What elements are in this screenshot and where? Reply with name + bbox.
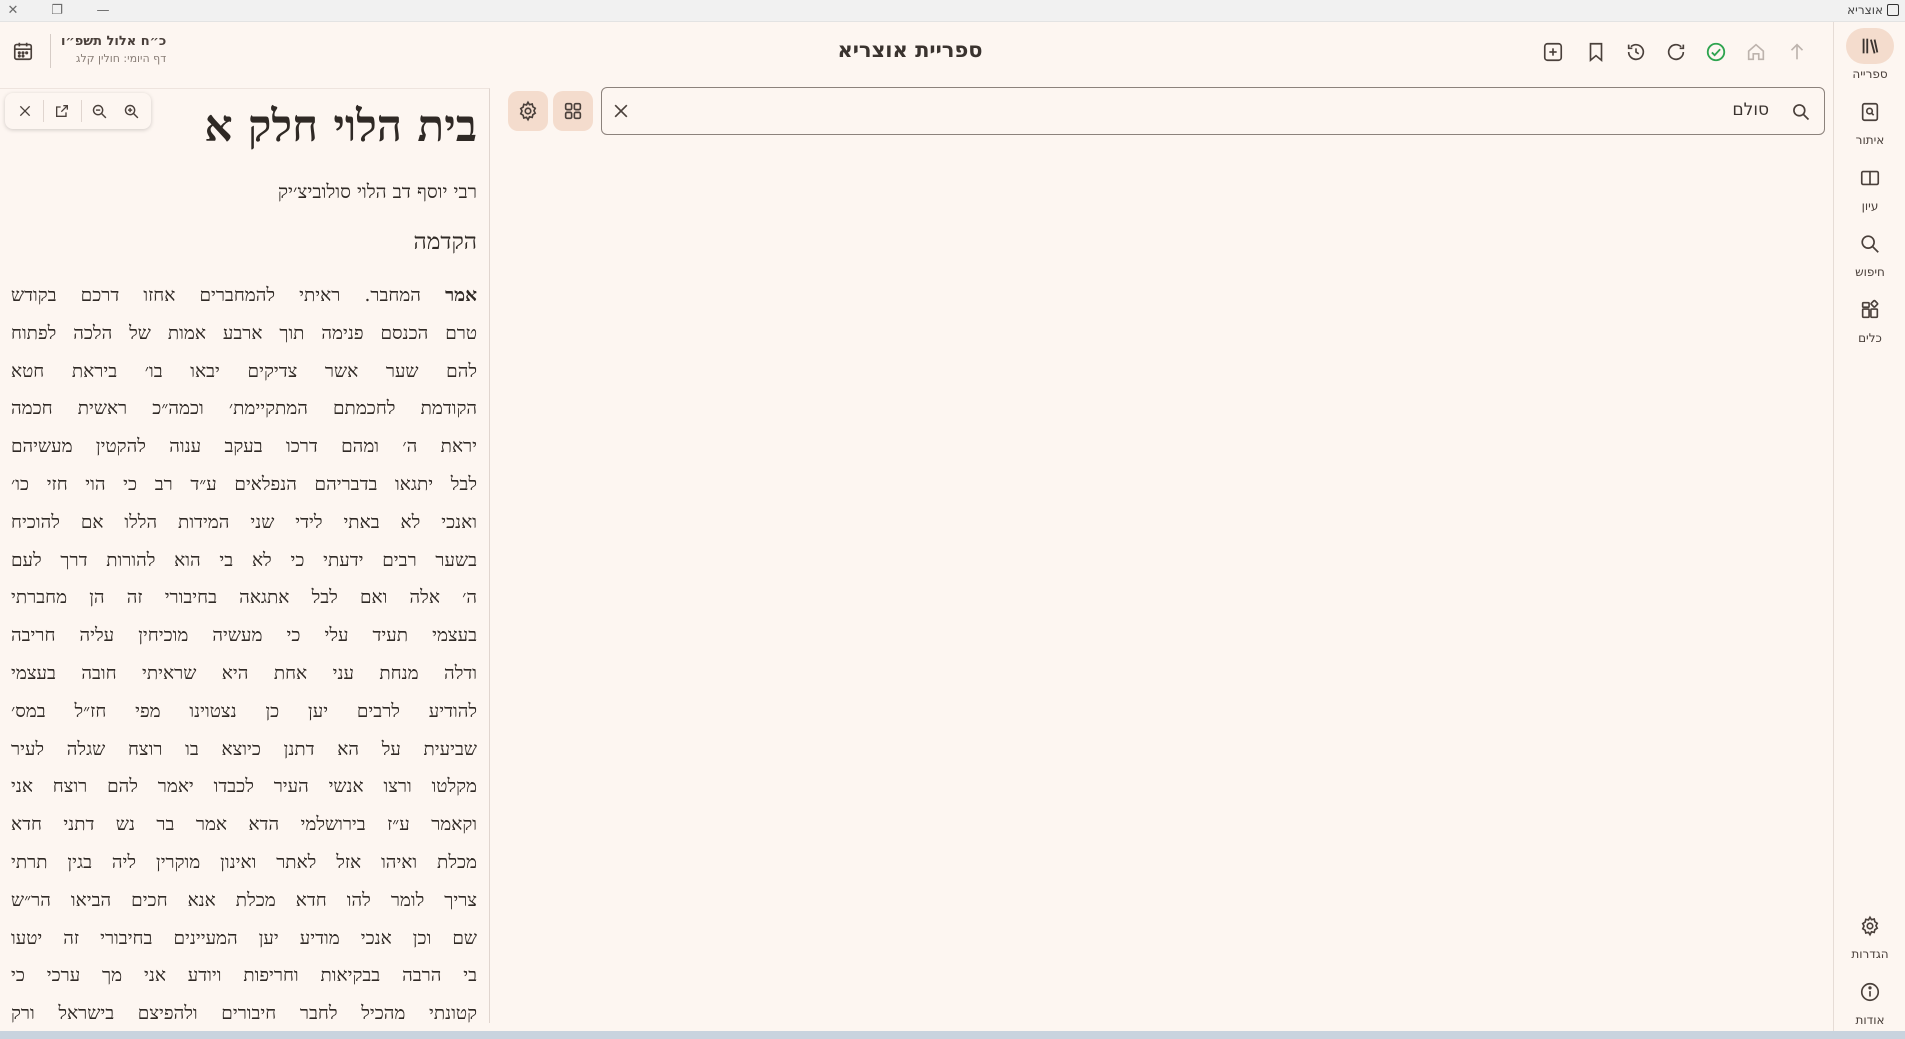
- sync-ok-icon[interactable]: [1702, 38, 1730, 66]
- date-divider: [50, 34, 51, 68]
- rail-item-find[interactable]: איתור: [1834, 94, 1905, 147]
- open-book-icon: [1846, 160, 1894, 196]
- search-icon[interactable]: [1788, 99, 1814, 125]
- book-text-line: ודלה מנחת עני אחת היא שראיתי חובה בעצמי: [11, 662, 477, 684]
- book-text-line: להודיע לרבים יען כן נצטוינו מפי חז״ל במס…: [11, 700, 477, 722]
- book-text-line: אמר המחבר. ראיתי להמחברים אחזו דרכם בקוד…: [11, 285, 477, 306]
- book-text-line: שביעית על הא דתנן כיוצא בו רוצח שגלה לעי…: [11, 738, 477, 760]
- app-logo-icon: [1887, 4, 1899, 16]
- history-icon[interactable]: [1622, 38, 1650, 66]
- book-text-line: יראת ה׳ ומהם דרכו בעקב ענוה להקטין מעשיה…: [11, 436, 477, 458]
- book-text-line: ואנכי לא באתי לידי שני המידות הללו אם לה…: [11, 511, 477, 533]
- app-title: אוצריא: [1847, 3, 1899, 17]
- search-input[interactable]: סולם: [1732, 100, 1769, 120]
- book-text-line: מכלת ואיהו אזל לאתר ואינון מוקרין ליה בג…: [11, 851, 477, 873]
- reader-toolbar: [5, 93, 151, 129]
- bookmark-icon[interactable]: [1582, 38, 1610, 66]
- tools-icon: [1846, 292, 1894, 328]
- rail-item-study[interactable]: עיון: [1834, 160, 1905, 213]
- book-text-line: בשער רבים ידעתי כי לא בי הוא להורות דרך …: [11, 549, 477, 571]
- date-widget[interactable]: כ״ח אלול תשפ״ו דף היומי: חולין קלג: [12, 34, 166, 74]
- arrow-up-icon[interactable]: [1783, 38, 1811, 66]
- refresh-icon[interactable]: [1662, 38, 1690, 66]
- book-text-line: שם וכן אנכי מודיע יען המעיינים בחיבורי ז…: [11, 927, 477, 949]
- window-minimize-icon[interactable]: —: [94, 2, 112, 20]
- page-title: ספריית אוצריא: [837, 38, 983, 62]
- rail-item-tools[interactable]: כלים: [1834, 292, 1905, 345]
- window-close-icon[interactable]: ✕: [4, 2, 22, 20]
- book-section-heading: הקדמה: [413, 229, 477, 255]
- book-text-line: צריך לומר להו חדא מכלת אנא חכים הביאו הר…: [11, 889, 477, 911]
- window-restore-icon[interactable]: ❐: [48, 2, 66, 20]
- book-text-line: וקאמר ע״ז בירושלמי הדא אמר בר נש דתני חד…: [11, 814, 477, 836]
- book-first-word: אמר: [445, 285, 477, 306]
- window-titlebar: ✕ ❐ — אוצריא: [0, 0, 1905, 22]
- book-text-line: טרם הכנסם פנימה תוך ארבע אמות של הלכה לפ…: [11, 322, 477, 344]
- book-text-line: מקלטו ורצו אנשי העיר לכבדו יאמר להם רוצח…: [11, 776, 477, 798]
- clear-search-icon[interactable]: [608, 98, 634, 124]
- book-title: בית הלוי חלק א: [204, 101, 477, 152]
- book-text-line: הקודמת לחכמתם המתקיימת׳ וכמה״כ ראשית חכמ…: [11, 398, 477, 420]
- toolbar-divider: [42, 100, 44, 122]
- book-text-line: בעצמי תעיד עלי כי מעשיה מוכיחין עליה חרי…: [11, 625, 477, 647]
- library-icon: [1846, 28, 1894, 64]
- rail-item-label: הגדרות: [1851, 947, 1889, 961]
- rail-item-label: כלים: [1858, 331, 1882, 345]
- open-external-icon[interactable]: [49, 98, 75, 124]
- nav-rail: ספרייה איתור עיון חיפוש כלים הגדרות אודו…: [1833, 22, 1905, 1031]
- book-text-line: בי הרבה בבקיאות וחריפות ויודע אני מך ערכ…: [11, 965, 477, 987]
- rail-item-label: עיון: [1861, 199, 1879, 213]
- rail-item-library[interactable]: ספרייה: [1834, 28, 1905, 81]
- book-text-line: לבל יתגאו בדבריהם הנפלאים ע״ד רב כי הוי …: [11, 473, 477, 495]
- grid-icon: [564, 102, 582, 120]
- book-author: רבי יוסף דב הלוי סולוביצ׳יק: [277, 181, 477, 203]
- gear-icon: [519, 100, 537, 122]
- daf-yomi: דף היומי: חולין קלג: [75, 52, 167, 65]
- book-text: אמר המחבר. ראיתי להמחברים אחזו דרכם בקוד…: [11, 277, 477, 1023]
- zoom-out-icon[interactable]: [87, 98, 113, 124]
- home-icon[interactable]: [1742, 38, 1770, 66]
- reader-settings-button[interactable]: [508, 91, 548, 131]
- book-text-line: להם שער אשר צדיקים יבאו בו׳ ביראת חטא: [11, 360, 477, 382]
- rail-item-label: ספרייה: [1852, 67, 1888, 81]
- search-icon: [1846, 226, 1894, 262]
- rail-item-label: אודות: [1855, 1013, 1885, 1027]
- info-icon: [1846, 974, 1894, 1010]
- rail-item-search[interactable]: חיפוש: [1834, 226, 1905, 279]
- taskbar-strip: [0, 1031, 1905, 1039]
- close-icon[interactable]: [12, 98, 38, 124]
- rail-item-settings[interactable]: הגדרות: [1834, 908, 1905, 961]
- zoom-in-icon[interactable]: [118, 98, 144, 124]
- toolbar-divider: [80, 100, 82, 122]
- settings-icon: [1846, 908, 1894, 944]
- book-text-line: קטונתי מהכיל לחבר חיבורים ולהפיצם בישראל…: [11, 1003, 477, 1023]
- calendar-icon[interactable]: [12, 40, 34, 66]
- find-book-icon: [1846, 94, 1894, 130]
- search-field[interactable]: סולם: [601, 87, 1825, 135]
- rail-item-label: חיפוש: [1855, 265, 1885, 279]
- app-title-text: אוצריא: [1847, 3, 1883, 17]
- new-tab-icon[interactable]: [1539, 38, 1567, 66]
- grid-view-button[interactable]: [553, 91, 593, 131]
- hebrew-date: כ״ח אלול תשפ״ו: [61, 34, 167, 49]
- book-reader-pane[interactable]: בית הלוי חלק א רבי יוסף דב הלוי סולוביצ׳…: [0, 88, 490, 1023]
- rail-item-label: איתור: [1855, 133, 1885, 147]
- book-text-line: ה׳ אלה ואם לבל אתגאה בחיבורי זה הן מחברת…: [11, 587, 477, 609]
- rail-item-about[interactable]: אודות: [1834, 974, 1905, 1027]
